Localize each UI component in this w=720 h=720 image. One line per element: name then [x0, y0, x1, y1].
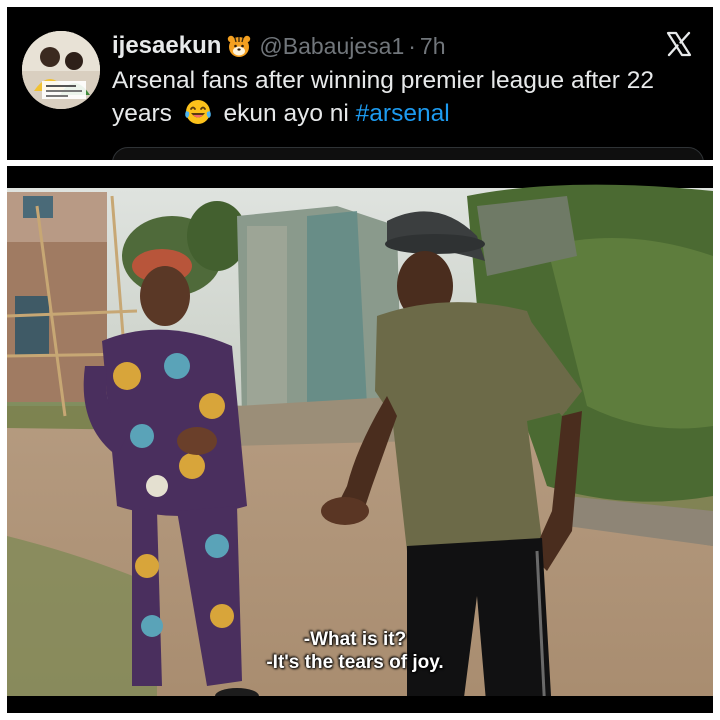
avatar-image	[22, 31, 100, 109]
hashtag-link[interactable]: #arsenal	[356, 100, 450, 127]
tweet-text-after: ekun ayo ni	[223, 100, 349, 127]
tiger-face-icon	[228, 35, 251, 57]
tweet-panel: ijesaekun @Babaujesa1 · 7h Arsenal fans …	[7, 7, 713, 160]
separator-dot: ·	[408, 32, 416, 59]
subtitle-line-1: -What is it?	[303, 629, 407, 650]
subtitle-line-2: -It's the tears of joy.	[266, 652, 444, 673]
tweet-text: Arsenal fans after winning premier leagu…	[112, 64, 702, 130]
tweet-header: ijesaekun @Babaujesa1 · 7h	[112, 29, 446, 63]
video-frame[interactable]: -What is it? -It's the tears of joy.	[7, 166, 713, 713]
user-handle[interactable]: @Babaujesa1	[259, 33, 404, 60]
post-time[interactable]: 7h	[420, 33, 446, 60]
video-subtitles: -What is it? -It's the tears of joy.	[7, 628, 713, 674]
embedded-media-card[interactable]	[112, 147, 704, 160]
laughing-tears-emoji	[184, 100, 211, 124]
avatar[interactable]	[22, 31, 100, 109]
x-logo-icon[interactable]	[665, 30, 693, 58]
display-name[interactable]: ijesaekun	[112, 32, 221, 60]
